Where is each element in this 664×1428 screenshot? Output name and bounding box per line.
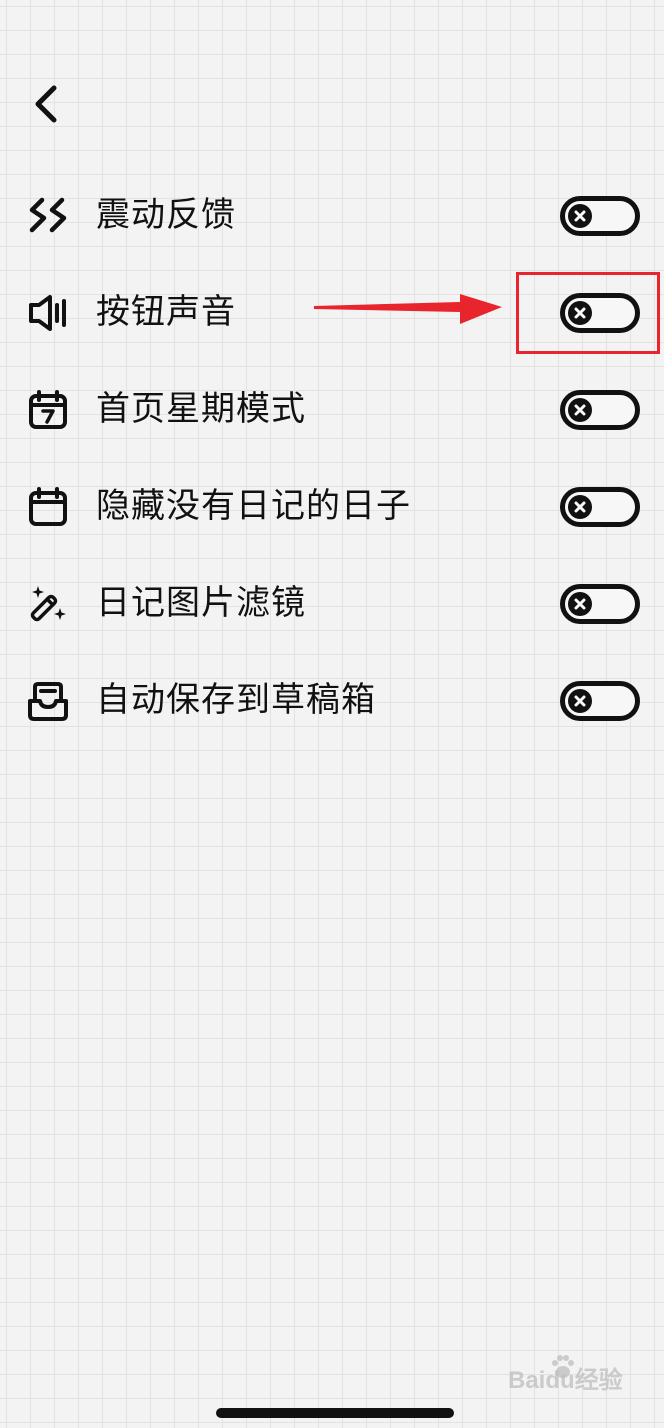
close-icon [568, 495, 592, 519]
drafts-box-icon [26, 679, 70, 723]
watermark-text-3: 经验 [574, 1367, 623, 1394]
close-icon [568, 204, 592, 228]
setting-row-hide-empty-days: 隐藏没有日记的日子 [0, 457, 664, 554]
close-icon [568, 689, 592, 713]
close-icon [568, 592, 592, 616]
annotation-arrow [314, 294, 502, 324]
setting-row-vibration: 震动反馈 [0, 166, 664, 263]
calendar-icon [26, 485, 70, 529]
setting-row-home-week-mode: 首页星期模式 [0, 360, 664, 457]
annotation-highlight-box [516, 272, 660, 354]
setting-label: 自动保存到草稿箱 [96, 680, 376, 720]
setting-label: 震动反馈 [96, 195, 236, 235]
setting-label: 首页星期模式 [96, 389, 306, 429]
home-indicator[interactable] [216, 1408, 454, 1418]
image-filter-toggle[interactable] [560, 584, 640, 624]
magic-wand-icon [26, 582, 70, 626]
watermark-text-2: du [545, 1367, 575, 1394]
autosave-drafts-toggle[interactable] [560, 681, 640, 721]
setting-label: 按钮声音 [96, 292, 236, 332]
vibration-icon [26, 194, 70, 238]
watermark-text: Bai [508, 1367, 546, 1394]
back-button[interactable] [22, 78, 74, 130]
hide-empty-days-toggle[interactable] [560, 487, 640, 527]
close-icon [568, 398, 592, 422]
speaker-icon [26, 291, 70, 335]
setting-row-image-filter: 日记图片滤镜 [0, 554, 664, 651]
watermark: Baidu经验 [508, 1360, 638, 1400]
chevron-left-icon [35, 85, 57, 123]
setting-row-autosave-drafts: 自动保存到草稿箱 [0, 651, 664, 748]
vibration-toggle[interactable] [560, 196, 640, 236]
calendar-week-icon [26, 388, 70, 432]
settings-list: 震动反馈 按钮声音 首页星期模式 隐藏没有日记的日子 日记图片滤镜 自动保存到草… [0, 166, 664, 748]
setting-label: 隐藏没有日记的日子 [96, 486, 411, 526]
setting-label: 日记图片滤镜 [96, 583, 306, 623]
home-week-mode-toggle[interactable] [560, 390, 640, 430]
